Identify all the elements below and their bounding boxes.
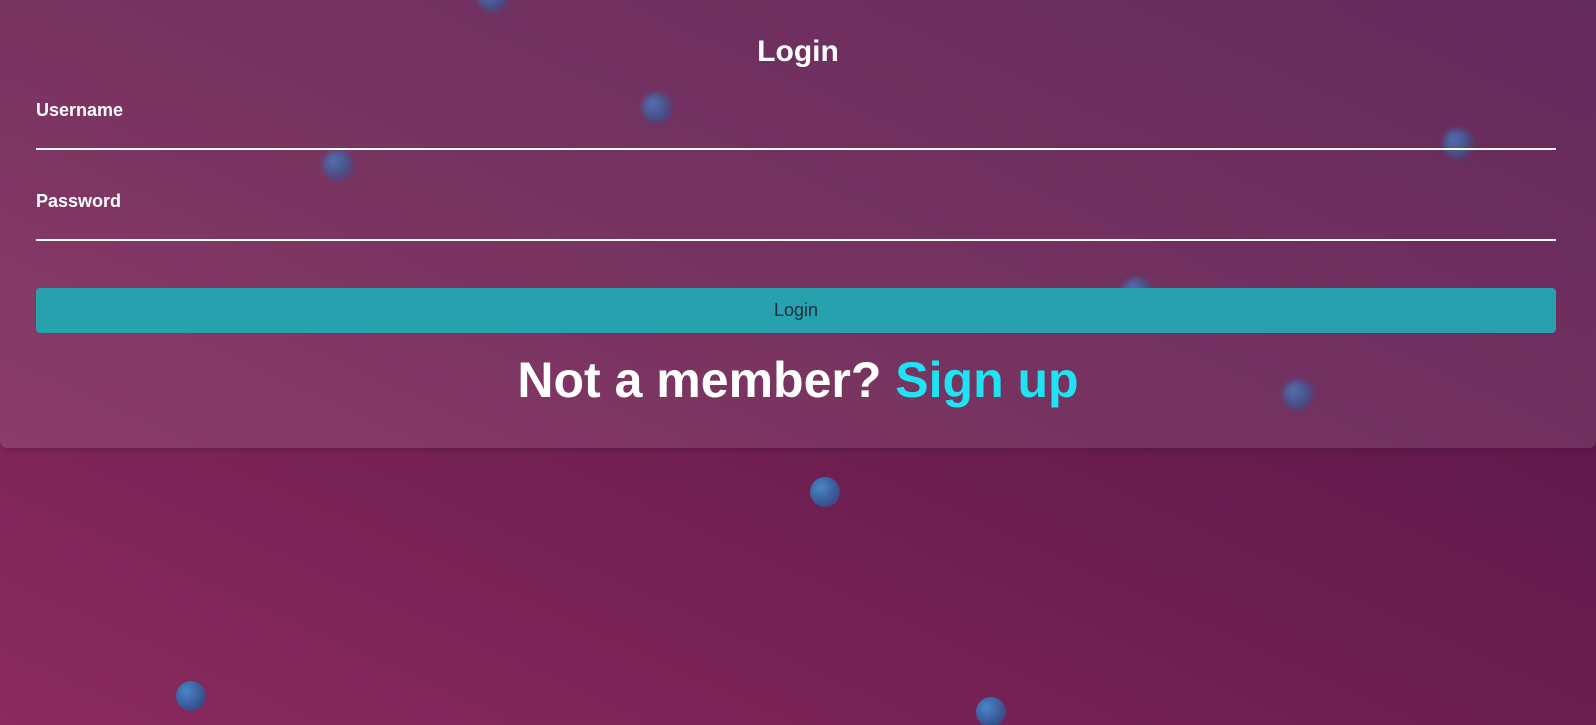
password-input[interactable] <box>36 213 1556 241</box>
signup-link[interactable]: Sign up <box>895 352 1078 408</box>
username-label: Username <box>36 100 124 120</box>
login-button[interactable]: Login <box>36 288 1556 333</box>
background-bubble <box>642 93 672 123</box>
background-bubble <box>323 150 353 180</box>
background-bubble <box>478 0 508 12</box>
username-input[interactable] <box>36 122 1556 150</box>
background-bubble <box>810 477 840 507</box>
password-label: Password <box>36 191 122 211</box>
login-title: Login <box>757 35 839 68</box>
login-card: Login Username Password Login Not a memb… <box>0 0 1596 448</box>
signup-prompt-text: Not a member? <box>517 352 882 408</box>
background-bubble <box>976 697 1006 725</box>
background-bubble <box>176 681 206 711</box>
signup-prompt: Not a member? Sign up <box>0 350 1596 410</box>
